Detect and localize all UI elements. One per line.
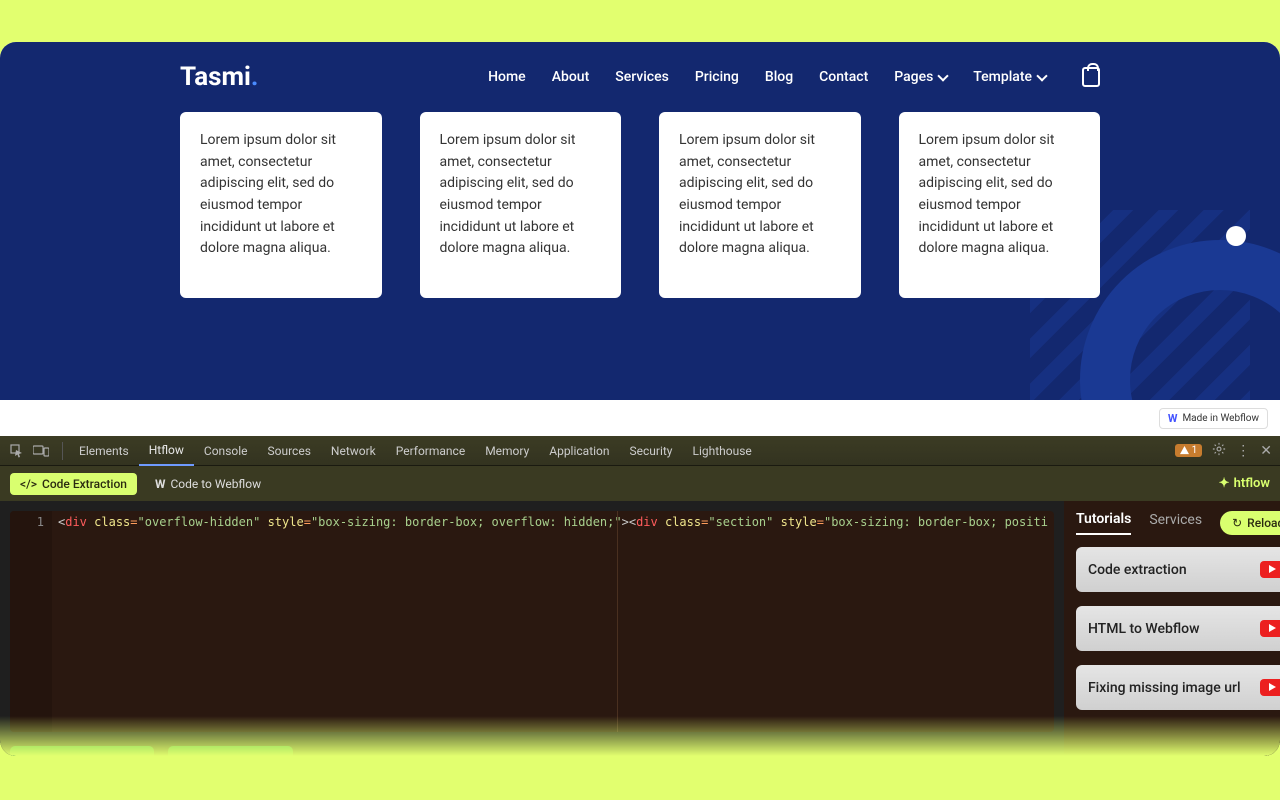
code-content: <div class="overflow-hidden" style="box-… bbox=[52, 511, 1054, 732]
close-icon[interactable]: ✕ bbox=[1260, 443, 1272, 459]
logo-text: Tasmi bbox=[180, 62, 251, 92]
nav-blog[interactable]: Blog bbox=[765, 69, 793, 85]
htflow-brand: ✦ htflow bbox=[1219, 476, 1270, 491]
nav-home[interactable]: Home bbox=[488, 69, 526, 85]
nav-contact[interactable]: Contact bbox=[819, 69, 868, 85]
logo-dot: . bbox=[251, 62, 259, 92]
side-tab-tutorials[interactable]: Tutorials bbox=[1076, 511, 1131, 535]
nav-services[interactable]: Services bbox=[615, 69, 669, 85]
code-extraction-button[interactable]: </> Code Extraction bbox=[10, 473, 137, 495]
reload-icon: ↻ bbox=[1232, 516, 1242, 530]
device-toggle-icon[interactable] bbox=[32, 442, 50, 460]
chevron-down-icon bbox=[938, 70, 949, 81]
card-row: Lorem ipsum dolor sit amet, consectetur … bbox=[0, 112, 1280, 298]
spark-icon: ✦ bbox=[1219, 476, 1230, 491]
card: Lorem ipsum dolor sit amet, consectetur … bbox=[659, 112, 861, 298]
code-icon: </> bbox=[20, 477, 37, 491]
tab-performance[interactable]: Performance bbox=[386, 436, 475, 466]
youtube-icon bbox=[1260, 561, 1280, 578]
reload-button[interactable]: ↻ Reload bbox=[1220, 511, 1280, 535]
webflow-icon: W bbox=[155, 477, 166, 491]
start-conversion-button[interactable]: Start Conversion bbox=[10, 746, 154, 756]
webflow-icon: W bbox=[1168, 412, 1178, 425]
below-site-strip: W Made in Webflow bbox=[0, 400, 1280, 436]
inspect-icon[interactable] bbox=[8, 442, 26, 460]
youtube-icon bbox=[1260, 679, 1280, 696]
code-editor[interactable]: 1 <div class="overflow-hidden" style="bo… bbox=[10, 511, 1054, 732]
tutorial-item[interactable]: HTML to Webflow bbox=[1076, 606, 1280, 651]
gear-icon[interactable] bbox=[1212, 442, 1226, 460]
warning-icon bbox=[1180, 446, 1189, 455]
devtools-tabbar: Elements Htflow Console Sources Network … bbox=[0, 436, 1280, 466]
tab-lighthouse[interactable]: Lighthouse bbox=[683, 436, 762, 466]
card: Lorem ipsum dolor sit amet, consectetur … bbox=[180, 112, 382, 298]
tutorial-item[interactable]: Fixing missing image url bbox=[1076, 665, 1280, 710]
nav-template[interactable]: Template bbox=[973, 69, 1046, 85]
tab-application[interactable]: Application bbox=[539, 436, 619, 466]
side-tab-services[interactable]: Services bbox=[1149, 512, 1202, 534]
warning-badge[interactable]: 1 bbox=[1175, 444, 1203, 457]
nav-about[interactable]: About bbox=[552, 69, 590, 85]
tab-security[interactable]: Security bbox=[620, 436, 683, 466]
tab-console[interactable]: Console bbox=[194, 436, 258, 466]
webflow-badge[interactable]: W Made in Webflow bbox=[1159, 408, 1268, 429]
tutorial-item[interactable]: Code extraction bbox=[1076, 547, 1280, 592]
tab-htflow[interactable]: Htflow bbox=[139, 436, 194, 466]
site-header: Tasmi. Home About Services Pricing Blog … bbox=[0, 42, 1280, 112]
editor-area: 1 <div class="overflow-hidden" style="bo… bbox=[0, 501, 1064, 756]
tab-sources[interactable]: Sources bbox=[258, 436, 321, 466]
line-gutter: 1 bbox=[10, 511, 52, 732]
nav-pricing[interactable]: Pricing bbox=[695, 69, 739, 85]
tab-network[interactable]: Network bbox=[321, 436, 386, 466]
card: Lorem ipsum dolor sit amet, consectetur … bbox=[420, 112, 622, 298]
devtools-panel: Elements Htflow Console Sources Network … bbox=[0, 436, 1280, 756]
extract-html-button[interactable]: Extract HTML bbox=[168, 746, 293, 756]
youtube-icon bbox=[1260, 620, 1280, 637]
nav-pages[interactable]: Pages bbox=[894, 69, 947, 85]
code-to-webflow-button[interactable]: W Code to Webflow bbox=[147, 473, 269, 495]
htflow-toolbar: </> Code Extraction W Code to Webflow ✦ … bbox=[0, 466, 1280, 501]
main-nav: Home About Services Pricing Blog Contact… bbox=[488, 67, 1100, 87]
website-preview: Tasmi. Home About Services Pricing Blog … bbox=[0, 42, 1280, 400]
pane-divider[interactable] bbox=[617, 511, 618, 732]
tab-elements[interactable]: Elements bbox=[69, 436, 139, 466]
separator bbox=[62, 442, 63, 460]
card: Lorem ipsum dolor sit amet, consectetur … bbox=[899, 112, 1101, 298]
more-icon[interactable]: ⋮ bbox=[1236, 443, 1250, 459]
tab-memory[interactable]: Memory bbox=[475, 436, 539, 466]
chevron-down-icon bbox=[1036, 70, 1047, 81]
cart-icon[interactable] bbox=[1082, 67, 1100, 87]
side-panel: Tutorials Services ↻ Reload Code extract… bbox=[1064, 501, 1280, 756]
site-logo[interactable]: Tasmi. bbox=[180, 62, 258, 92]
